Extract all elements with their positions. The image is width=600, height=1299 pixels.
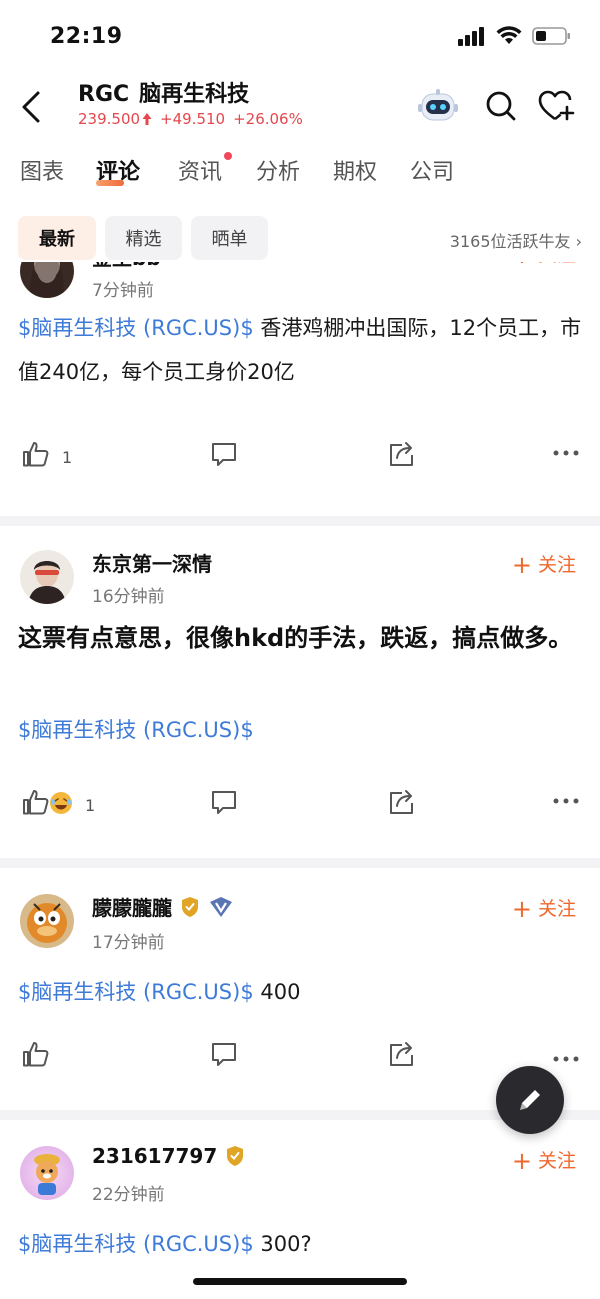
post-actions: 1	[0, 788, 600, 828]
comment-icon[interactable]	[210, 440, 238, 468]
post-content: $脑再生科技 (RGC.US)$ 300?	[18, 1232, 312, 1256]
stock-title: RGC 脑再生科技	[78, 76, 249, 108]
comment-icon[interactable]	[210, 1040, 238, 1068]
follow-button[interactable]: +关注	[512, 550, 576, 579]
follow-button[interactable]: +关注	[512, 262, 576, 269]
like-icon[interactable]	[22, 788, 50, 816]
active-friends-link[interactable]: 3165位活跃牛友 ›	[450, 228, 582, 252]
divider	[0, 858, 600, 868]
post-content: $脑再生科技 (RGC.US)$	[18, 708, 582, 752]
like-count: 1	[62, 448, 73, 467]
active-tab-indicator	[96, 180, 124, 186]
post-time: 16分钟前	[92, 587, 165, 607]
search-icon[interactable]	[485, 90, 517, 122]
like-icon[interactable]	[22, 440, 50, 468]
tab-news[interactable]: 资讯	[178, 154, 222, 186]
add-favorite-icon[interactable]	[538, 90, 576, 122]
tab-options[interactable]: 期权	[333, 154, 377, 186]
like-count: 1	[85, 796, 96, 815]
share-icon[interactable]	[388, 440, 416, 468]
share-icon[interactable]	[388, 1040, 416, 1068]
avatar-image	[34, 1154, 60, 1195]
follow-button[interactable]: +关注	[512, 894, 576, 923]
up-arrow-icon	[142, 113, 152, 125]
post-content: $脑再生科技 (RGC.US)$ 香港鸡棚冲出国际，12个员工，市值240亿，每…	[18, 316, 582, 384]
author-name[interactable]: 东京第一深情	[92, 548, 212, 577]
plus-icon: +	[511, 895, 532, 923]
author-name[interactable]: 231617797	[92, 1144, 245, 1168]
stock-change-pct: +26.06%	[233, 110, 303, 128]
author-name[interactable]: 金王bb	[92, 262, 161, 271]
home-indicator[interactable]	[193, 1278, 407, 1285]
comment-filters: 最新 精选 晒单 3165位活跃牛友 ›	[0, 216, 600, 262]
filter-latest[interactable]: 最新	[18, 216, 96, 260]
avatar[interactable]	[20, 1146, 74, 1200]
avatar[interactable]	[20, 262, 74, 298]
signal-icon	[458, 27, 484, 46]
divider	[0, 516, 600, 526]
avatar-image	[28, 561, 66, 604]
post-content: $脑再生科技 (RGC.US)$ 400	[18, 980, 301, 1004]
filter-featured[interactable]: 精选	[105, 216, 182, 260]
list-item[interactable]: 231617797 + 关注 22分钟前 $脑再生科技 (RGC.US)$ 300…	[0, 1120, 600, 1299]
stock-price: 239.500	[78, 110, 141, 128]
wifi-icon	[496, 26, 522, 44]
stock-tag-link[interactable]: $脑再生科技 (RGC.US)$	[18, 980, 254, 1004]
news-unread-dot	[224, 152, 232, 160]
verified-badge-icon	[227, 1146, 244, 1166]
filter-trades[interactable]: 晒单	[191, 216, 268, 260]
plus-icon: +	[511, 551, 532, 579]
author-name[interactable]: 朦朦朧朧	[92, 892, 234, 921]
plus-icon: +	[512, 262, 532, 269]
stock-tag-link[interactable]: $脑再生科技 (RGC.US)$	[18, 316, 254, 340]
post-time: 7分钟前	[92, 281, 154, 301]
status-time: 22:19	[50, 24, 123, 49]
status-bar: 22:19	[0, 0, 600, 70]
share-icon[interactable]	[388, 788, 416, 816]
back-arrow-icon[interactable]	[18, 90, 44, 124]
laughing-emoji-icon	[50, 792, 72, 814]
like-icon[interactable]	[22, 1040, 50, 1068]
plus-icon: +	[511, 1147, 532, 1175]
post-headline: 这票有点意思，很像hkd的手法，跌返，搞点做多。	[18, 624, 573, 652]
vip-badge-icon	[210, 896, 232, 917]
comment-icon[interactable]	[210, 788, 238, 816]
list-item[interactable]: 东京第一深情 + 关注 16分钟前 这票有点意思，很像hkd的手法，跌返，搞点做多…	[0, 526, 600, 858]
post-actions: 1	[0, 440, 600, 480]
compose-button[interactable]	[496, 1066, 564, 1134]
avatar[interactable]	[20, 894, 74, 948]
stock-name: 脑再生科技	[139, 82, 250, 107]
pencil-icon	[520, 1090, 540, 1110]
avatar[interactable]	[20, 550, 74, 604]
status-icons	[458, 26, 572, 46]
verified-badge-icon	[182, 896, 198, 917]
avatar-image	[30, 262, 64, 298]
stock-header: RGC 脑再生科技 239.500 +49.510 +26.06%	[0, 70, 600, 140]
more-icon[interactable]	[552, 1054, 580, 1064]
tab-company[interactable]: 公司	[410, 154, 454, 186]
post-time: 22分钟前	[92, 1185, 165, 1205]
list-item[interactable]: 金王bb +关注 7分钟前 $脑再生科技 (RGC.US)$ 香港鸡棚冲出国际，…	[0, 262, 600, 516]
comment-feed: 金王bb +关注 7分钟前 $脑再生科技 (RGC.US)$ 香港鸡棚冲出国际，…	[0, 262, 600, 1299]
stock-ticker: RGC	[78, 82, 130, 107]
post-time: 17分钟前	[92, 933, 165, 953]
more-icon[interactable]	[552, 448, 580, 458]
stock-tag-link[interactable]: $脑再生科技 (RGC.US)$	[18, 1232, 254, 1256]
tab-analysis[interactable]: 分析	[256, 154, 300, 186]
stock-tabs: 图表 评论 资讯 分析 期权 公司	[0, 150, 600, 194]
more-icon[interactable]	[552, 796, 580, 806]
stock-quote: 239.500 +49.510 +26.06%	[78, 110, 303, 128]
tab-chart[interactable]: 图表	[20, 154, 64, 186]
stock-tag-link[interactable]: $脑再生科技 (RGC.US)$	[18, 718, 254, 742]
battery-icon	[532, 27, 570, 45]
avatar-image	[27, 903, 67, 943]
stock-change: +49.510	[160, 110, 226, 128]
ai-robot-icon[interactable]	[418, 88, 458, 124]
follow-button[interactable]: +关注	[512, 1146, 576, 1175]
